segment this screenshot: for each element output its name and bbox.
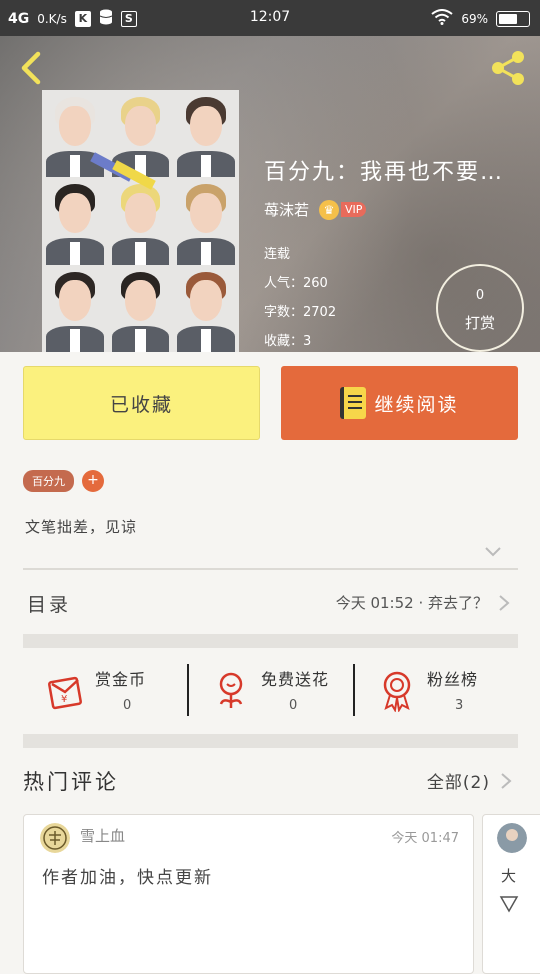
svg-text:¥: ¥ bbox=[61, 694, 67, 705]
avatar[interactable] bbox=[40, 823, 70, 853]
book-icon bbox=[340, 387, 367, 419]
comment-text: 大 bbox=[501, 867, 519, 885]
comment-text: 作者加油，快点更新 bbox=[42, 868, 213, 888]
fan-ranking-stat[interactable]: 粉丝榜 3 bbox=[355, 654, 520, 732]
flower-icon bbox=[219, 672, 243, 708]
tag-item[interactable]: 百分九 bbox=[23, 470, 74, 492]
crown-icon: ♛ bbox=[319, 199, 340, 220]
table-of-contents-row[interactable]: 目录 今天 01:52 · 弃去了？ bbox=[23, 578, 518, 628]
comment-time: 今天 01:47 bbox=[391, 831, 459, 846]
triangle-down-icon[interactable] bbox=[499, 895, 519, 913]
book-meta: 连载 人气：260 字数：2702 收藏：3 bbox=[264, 240, 336, 352]
chevron-right-icon[interactable] bbox=[500, 772, 512, 790]
book-title: 百分九：我再也不要… bbox=[264, 160, 505, 185]
coin-reward-stat[interactable]: ¥ 赏金币 0 bbox=[23, 654, 188, 732]
add-tag-button[interactable]: + bbox=[82, 470, 104, 492]
free-flower-stat[interactable]: 免费送花 0 bbox=[189, 654, 354, 732]
tip-button[interactable]: 0 打赏 bbox=[436, 264, 524, 352]
comment-user[interactable]: 雪上血 bbox=[80, 825, 125, 846]
word-count: 字数：2702 bbox=[264, 305, 337, 320]
battery-fill bbox=[499, 14, 518, 24]
hot-comments-header: 热门评论 全部(2) bbox=[23, 766, 518, 800]
medal-icon bbox=[383, 671, 411, 712]
all-comments-link[interactable]: 全部(2) bbox=[427, 768, 490, 793]
serial-status: 连载 bbox=[264, 247, 291, 262]
stats-row: ¥ 赏金币 0 免费送花 0 粉丝榜 3 bbox=[23, 654, 518, 732]
toc-label: 目录 bbox=[27, 594, 72, 616]
battery-percent: 69% bbox=[461, 12, 488, 26]
author-name[interactable]: 苺沫若 bbox=[264, 199, 309, 220]
favorite-count: 收藏：3 bbox=[264, 334, 312, 349]
tip-amount: 0 bbox=[475, 288, 485, 303]
book-cover-image[interactable] bbox=[42, 90, 239, 352]
popularity: 人气：260 bbox=[264, 276, 328, 291]
avatar[interactable] bbox=[497, 823, 527, 853]
comment-card[interactable]: 雪上血 今天 01:47 作者加油，快点更新 bbox=[23, 814, 474, 974]
divider bbox=[23, 568, 518, 570]
back-arrow-icon[interactable] bbox=[14, 48, 54, 88]
favorited-button[interactable]: 已收藏 bbox=[23, 366, 260, 440]
hot-comments-title: 热门评论 bbox=[23, 770, 119, 794]
author-row: 苺沫若 ♛ VIP bbox=[264, 199, 367, 220]
section-gap bbox=[23, 734, 518, 748]
section-gap bbox=[23, 634, 518, 648]
comment-card[interactable]: 大 bbox=[482, 814, 540, 974]
vip-badge: ♛ VIP bbox=[319, 199, 367, 220]
red-envelope-icon: ¥ bbox=[48, 676, 82, 710]
tip-label: 打赏 bbox=[464, 314, 495, 332]
battery-icon bbox=[496, 11, 530, 27]
tag-list: 百分九 + bbox=[23, 470, 104, 492]
continue-reading-button[interactable]: 继续阅读 bbox=[281, 366, 518, 440]
chevron-down-icon[interactable] bbox=[484, 546, 502, 558]
status-bar: 4G 0.K/s K S 12:07 69% bbox=[0, 0, 540, 36]
book-header: 百分九：我再也不要… 苺沫若 ♛ VIP 连载 人气：260 字数：2702 收… bbox=[0, 36, 540, 352]
share-icon[interactable] bbox=[488, 48, 528, 88]
chevron-right-icon bbox=[499, 595, 510, 611]
book-summary: 文笔拙差，见谅 bbox=[25, 518, 138, 536]
wifi-icon bbox=[431, 9, 453, 29]
latest-chapter: 今天 01:52 · 弃去了？ bbox=[335, 594, 488, 612]
